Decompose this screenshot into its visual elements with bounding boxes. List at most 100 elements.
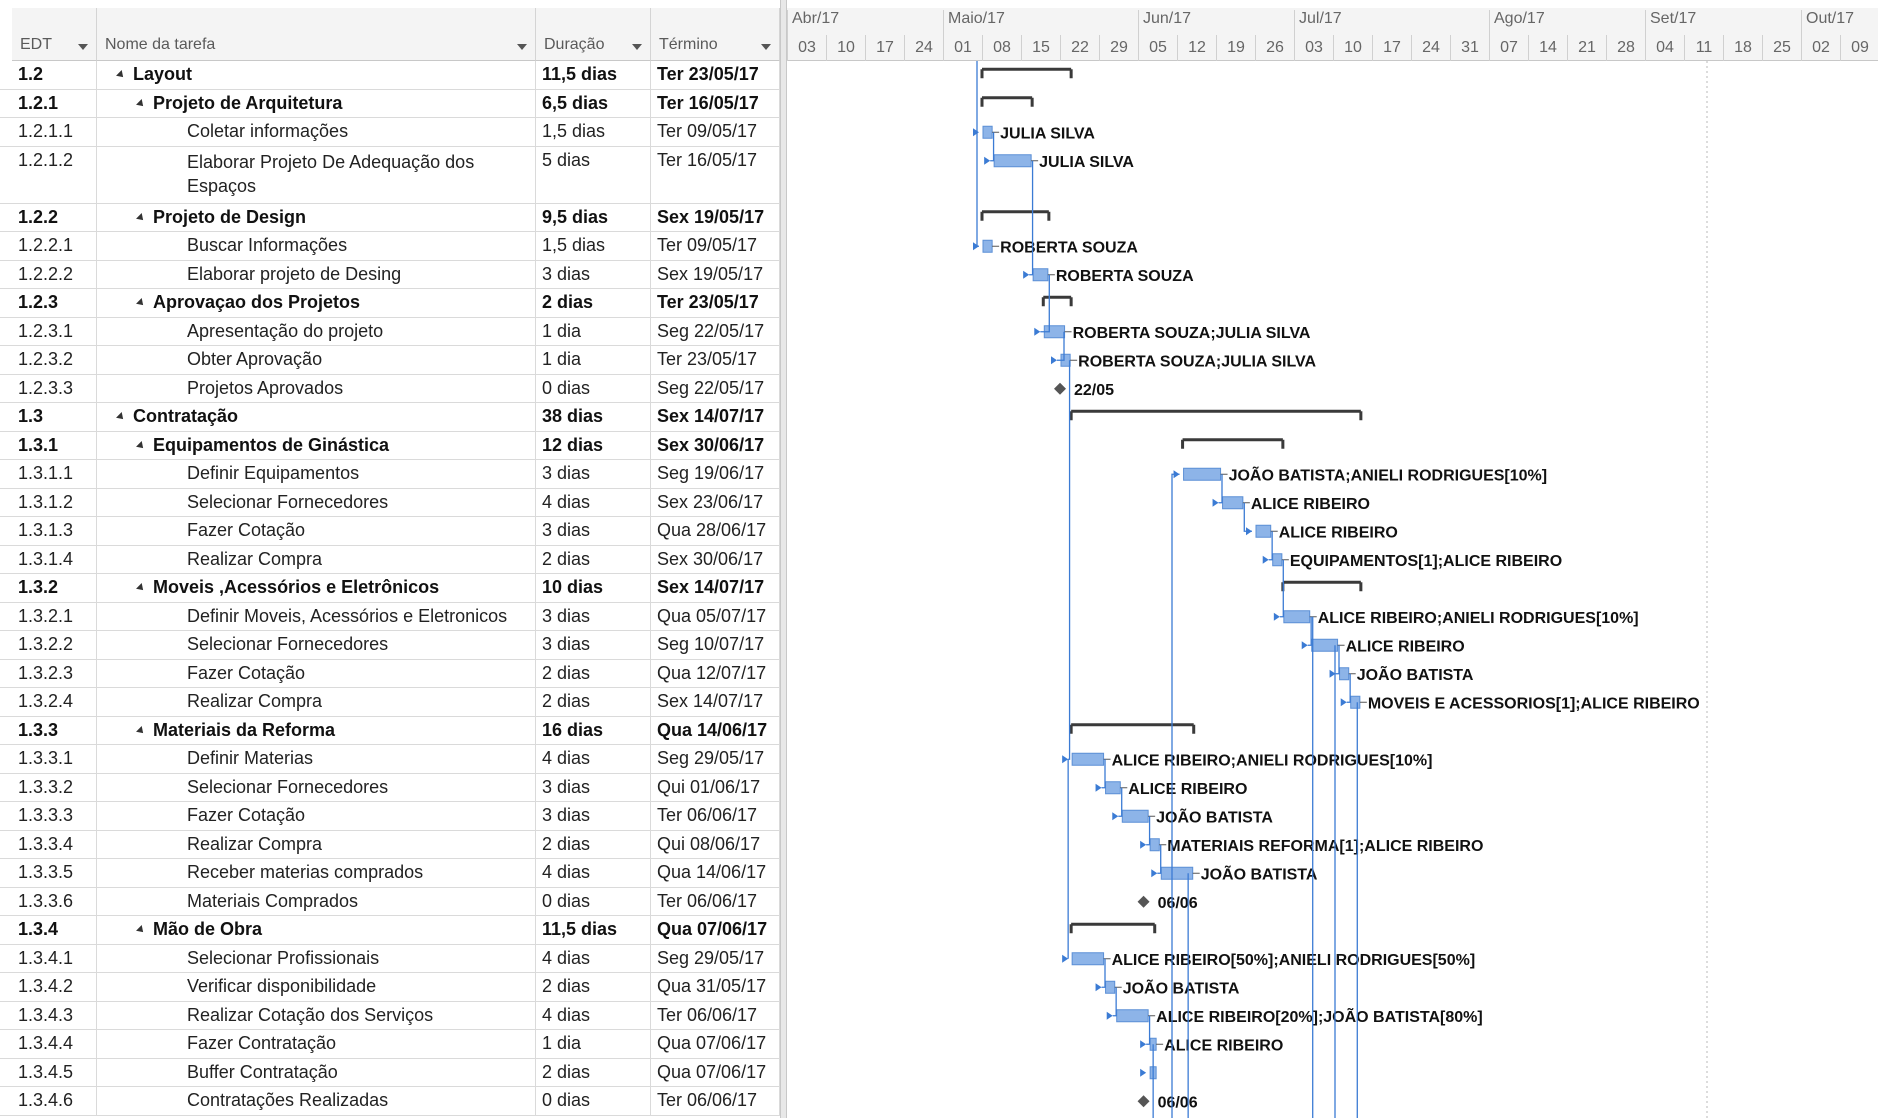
task-duration-cell[interactable]: 3 dias	[536, 802, 651, 830]
task-end-cell[interactable]: Ter 06/06/17	[651, 1087, 780, 1115]
task-end-cell[interactable]: Qua 14/06/17	[651, 716, 780, 744]
task-row[interactable]: 1.2.3.2 Obter Aprovação 1 dia Ter 23/05/17	[0, 346, 787, 375]
task-name-cell[interactable]: Realizar Cotação dos Serviços	[97, 1001, 536, 1029]
task-edt-cell[interactable]: 1.3.1	[12, 431, 97, 459]
task-bar[interactable]	[1105, 781, 1121, 795]
task-row[interactable]: 1.2.1.1 Coletar informações 1,5 dias Ter 09…	[0, 118, 787, 147]
task-name-cell[interactable]: Definir Moveis, Acessórios e Eletronicos	[97, 602, 536, 630]
task-name-cell[interactable]: Projeto de Design	[97, 203, 536, 231]
task-duration-cell[interactable]: 4 dias	[536, 1001, 651, 1029]
task-duration-cell[interactable]: 4 dias	[536, 859, 651, 887]
task-bar[interactable]	[1032, 268, 1049, 282]
task-duration-cell[interactable]: 5 dias	[536, 146, 651, 203]
task-name-cell[interactable]: Moveis ,Acessórios e Eletrônicos	[97, 574, 536, 602]
task-name-cell[interactable]: Selecionar Fornecedores	[97, 488, 536, 516]
task-row[interactable]: 1.2.1 Projeto de Arquitetura 6,5 dias Ter 1…	[0, 89, 787, 118]
collapse-triangle-icon[interactable]	[116, 412, 126, 423]
task-duration-cell[interactable]: 2 dias	[536, 545, 651, 573]
task-edt-cell[interactable]: 1.3.2.2	[12, 631, 97, 659]
task-name-cell[interactable]: Buffer Contratação	[97, 1058, 536, 1086]
task-end-cell[interactable]: Ter 09/05/17	[651, 232, 780, 260]
task-row[interactable]: 1.2.3.3 Projetos Aprovados 0 dias Seg 22/05…	[0, 374, 787, 403]
task-row[interactable]: 1.2.1.2 Elaborar Projeto De Adequação dos…	[0, 146, 787, 204]
task-duration-cell[interactable]: 2 dias	[536, 289, 651, 317]
task-name-cell[interactable]: Definir Materias	[97, 745, 536, 773]
task-duration-cell[interactable]: 1 dia	[536, 346, 651, 374]
task-edt-cell[interactable]: 1.3.1.1	[12, 460, 97, 488]
task-row[interactable]: 1.3.4 Mão de Obra 11,5 dias Qua 07/06/17	[0, 916, 787, 945]
task-row[interactable]: 1.3.1.3 Fazer Cotação 3 dias Qua 28/06/17	[0, 517, 787, 546]
task-row[interactable]: 1.2.3.1 Apresentação do projeto 1 dia Seg 2…	[0, 317, 787, 346]
task-name-cell[interactable]: Materiais da Reforma	[97, 716, 536, 744]
task-duration-cell[interactable]: 6,5 dias	[536, 89, 651, 117]
column-header-end[interactable]: Término	[651, 8, 780, 61]
task-duration-cell[interactable]: 11,5 dias	[536, 61, 651, 89]
task-end-cell[interactable]: Sex 14/07/17	[651, 403, 780, 431]
task-row[interactable]: 1.3.3.5 Receber materias comprados 4 dias Q…	[0, 859, 787, 888]
task-name-cell[interactable]: Contratações Realizadas	[97, 1087, 536, 1115]
task-duration-cell[interactable]: 1,5 dias	[536, 118, 651, 146]
task-end-cell[interactable]: Ter 23/05/17	[651, 61, 780, 89]
task-bar[interactable]	[1311, 638, 1339, 652]
task-edt-cell[interactable]: 1.2.2	[12, 203, 97, 231]
task-end-cell[interactable]: Ter 16/05/17	[651, 146, 780, 203]
task-row[interactable]: 1.3 Contratação 38 dias Sex 14/07/17	[0, 403, 787, 432]
task-end-cell[interactable]: Ter 06/06/17	[651, 1001, 780, 1029]
task-edt-cell[interactable]: 1.3.3	[12, 716, 97, 744]
task-end-cell[interactable]: Sex 30/06/17	[651, 545, 780, 573]
task-row[interactable]: 1.3.4.5 Buffer Contratação 2 dias Qua 07/06…	[0, 1058, 787, 1087]
task-name-cell[interactable]: Fazer Contratação	[97, 1030, 536, 1058]
task-bar[interactable]	[1105, 980, 1116, 994]
collapse-triangle-icon[interactable]	[136, 725, 146, 736]
task-name-cell[interactable]: Selecionar Profissionais	[97, 944, 536, 972]
task-row[interactable]: 1.3.1.4 Realizar Compra 2 dias Sex 30/06/17	[0, 545, 787, 574]
task-duration-cell[interactable]: 11,5 dias	[536, 916, 651, 944]
collapse-triangle-icon[interactable]	[136, 98, 146, 109]
task-edt-cell[interactable]: 1.2.3.3	[12, 374, 97, 402]
chevron-down-icon[interactable]	[632, 44, 642, 50]
task-name-cell[interactable]: Fazer Cotação	[97, 802, 536, 830]
task-bar[interactable]	[1255, 524, 1272, 538]
task-end-cell[interactable]: Seg 22/05/17	[651, 317, 780, 345]
task-edt-cell[interactable]: 1.3.1.4	[12, 545, 97, 573]
task-bar[interactable]	[1283, 610, 1311, 624]
task-bar[interactable]	[982, 125, 993, 139]
task-row[interactable]: 1.3.2.4 Realizar Compra 2 dias Sex 14/07/17	[0, 688, 787, 717]
task-edt-cell[interactable]: 1.3.3.1	[12, 745, 97, 773]
task-end-cell[interactable]: Qui 01/06/17	[651, 773, 780, 801]
task-bar[interactable]	[1071, 952, 1105, 966]
collapse-triangle-icon[interactable]	[136, 212, 146, 223]
task-name-cell[interactable]: Projeto de Arquitetura	[97, 89, 536, 117]
task-end-cell[interactable]: Sex 19/05/17	[651, 203, 780, 231]
task-duration-cell[interactable]: 3 dias	[536, 631, 651, 659]
task-edt-cell[interactable]: 1.2.2.1	[12, 232, 97, 260]
task-end-cell[interactable]: Qua 12/07/17	[651, 659, 780, 687]
task-name-cell[interactable]: Mão de Obra	[97, 916, 536, 944]
column-header-edt[interactable]: EDT	[12, 8, 97, 61]
task-edt-cell[interactable]: 1.3.4.4	[12, 1030, 97, 1058]
task-name-cell[interactable]: Projetos Aprovados	[97, 374, 536, 402]
task-name-cell[interactable]: Selecionar Fornecedores	[97, 631, 536, 659]
task-edt-cell[interactable]: 1.3.2.4	[12, 688, 97, 716]
chevron-down-icon[interactable]	[761, 44, 771, 50]
collapse-triangle-icon[interactable]	[136, 440, 146, 451]
column-header-name[interactable]: Nome da tarefa	[97, 8, 536, 61]
task-end-cell[interactable]: Ter 16/05/17	[651, 89, 780, 117]
task-duration-cell[interactable]: 1,5 dias	[536, 232, 651, 260]
task-row[interactable]: 1.3.4.1 Selecionar Profissionais 4 dias Seg…	[0, 944, 787, 973]
task-duration-cell[interactable]: 4 dias	[536, 488, 651, 516]
task-row[interactable]: 1.3.2.3 Fazer Cotação 2 dias Qua 12/07/17	[0, 659, 787, 688]
task-duration-cell[interactable]: 9,5 dias	[536, 203, 651, 231]
task-name-cell[interactable]: Equipamentos de Ginástica	[97, 431, 536, 459]
task-end-cell[interactable]: Ter 09/05/17	[651, 118, 780, 146]
task-bar[interactable]	[1350, 695, 1361, 709]
task-name-cell[interactable]: Contratação	[97, 403, 536, 431]
task-end-cell[interactable]: Qua 07/06/17	[651, 916, 780, 944]
task-edt-cell[interactable]: 1.2.1.2	[12, 146, 97, 203]
task-duration-cell[interactable]: 1 dia	[536, 317, 651, 345]
task-edt-cell[interactable]: 1.3.3.6	[12, 887, 97, 915]
collapse-triangle-icon[interactable]	[136, 583, 146, 594]
task-end-cell[interactable]: Sex 30/06/17	[651, 431, 780, 459]
task-bar[interactable]	[1121, 809, 1149, 823]
chevron-down-icon[interactable]	[78, 44, 88, 50]
